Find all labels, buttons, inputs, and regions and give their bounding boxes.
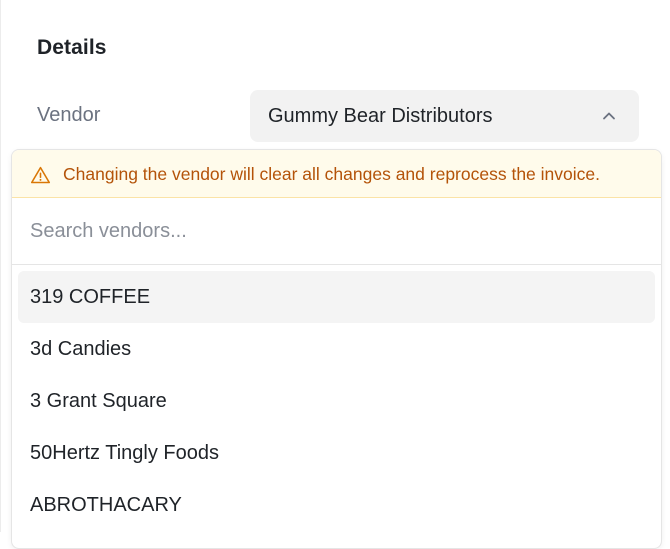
vendor-option[interactable]: 319 COFFEE (18, 271, 655, 323)
vendor-option-label: 3d Candies (30, 338, 132, 360)
vendor-option-label: 3 Grant Square (30, 390, 167, 412)
details-panel: Details Vendor Gummy Bear Distributors C… (0, 0, 670, 549)
vendor-dropdown: Changing the vendor will clear all chang… (11, 149, 662, 549)
vendor-select-value: Gummy Bear Distributors (268, 105, 493, 127)
vendor-search (12, 198, 661, 265)
warning-triangle-icon (30, 166, 51, 184)
vendor-select[interactable]: Gummy Bear Distributors (250, 90, 639, 142)
vendor-option[interactable]: ABROTHACARY (18, 479, 655, 531)
vendor-option-label: ABROTHACARY (30, 494, 182, 516)
vendor-option[interactable]: 50Hertz Tingly Foods (18, 427, 655, 479)
vendor-option-label: 50Hertz Tingly Foods (30, 442, 219, 464)
chevron-up-icon (603, 112, 615, 120)
vendor-label: Vendor (37, 104, 101, 126)
panel-divider (0, 0, 1, 532)
vendor-search-input[interactable] (30, 216, 630, 246)
vendor-option[interactable]: 3d Candies (18, 323, 655, 375)
section-title: Details (37, 36, 107, 59)
vendor-option[interactable]: 3 Grant Square (18, 375, 655, 427)
warning-text: Changing the vendor will clear all chang… (63, 164, 600, 184)
vendor-option-label: 319 COFFEE (30, 286, 151, 308)
vendor-change-warning: Changing the vendor will clear all chang… (12, 150, 661, 198)
